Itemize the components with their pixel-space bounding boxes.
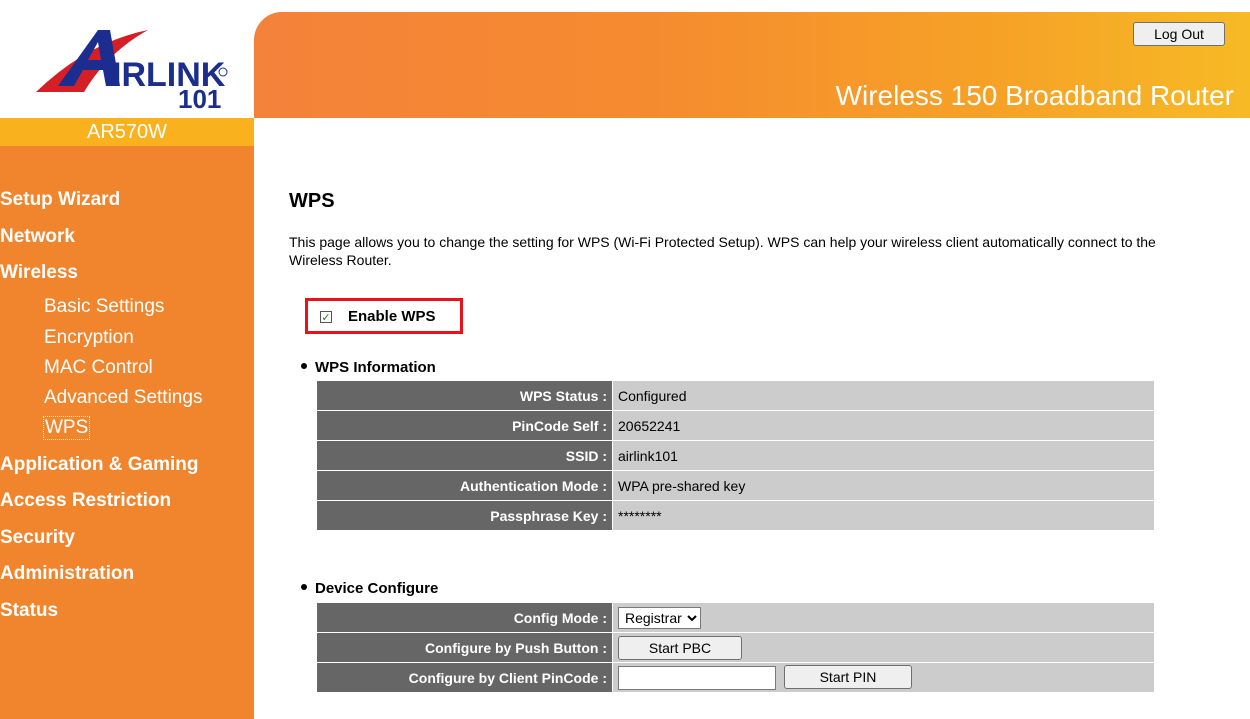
page-title: WPS [289, 190, 335, 212]
table-row: Authentication Mode : WPA pre-shared key [316, 470, 1155, 501]
table-row: Configure by Client PinCode : Start PIN [316, 662, 1155, 693]
start-pin-button[interactable]: Start PIN [784, 664, 912, 689]
table-row: SSID : airlink101 [316, 440, 1155, 471]
authentication-mode-label: Authentication Mode : [316, 470, 613, 501]
table-row: Configure by Push Button : Start PBC [316, 632, 1155, 663]
wps-information-heading: WPS Information [301, 359, 436, 376]
client-pincode-cell: Start PIN [612, 662, 1155, 693]
device-configure-heading-text: Device Configure [315, 580, 439, 597]
enable-wps-checkbox[interactable]: ✓ [320, 311, 332, 324]
device-configure-heading: Device Configure [301, 580, 438, 597]
table-row: Passphrase Key : ******** [316, 500, 1155, 531]
pincode-self-label: PinCode Self : [316, 410, 613, 441]
start-pbc-button[interactable]: Start PBC [618, 635, 742, 660]
nav-mac-control[interactable]: MAC Control [44, 357, 153, 379]
client-pincode-input[interactable] [618, 666, 776, 691]
logout-button[interactable]: Log Out [1133, 22, 1225, 46]
nav-access-restriction[interactable]: Access Restriction [0, 490, 171, 512]
wps-information-table: WPS Status : Configured PinCode Self : 2… [316, 380, 1155, 531]
model-label: AR570W [0, 118, 254, 146]
nav-setup-wizard[interactable]: Setup Wizard [0, 189, 120, 211]
ssid-value: airlink101 [612, 440, 1155, 471]
table-row: PinCode Self : 20652241 [316, 410, 1155, 441]
nav-basic-settings[interactable]: Basic Settings [44, 296, 164, 318]
table-row: Config Mode : Registrar [316, 602, 1155, 633]
product-title: Wireless 150 Broadband Router [835, 80, 1234, 111]
ssid-label: SSID : [316, 440, 613, 471]
header-banner: Wireless 150 Broadband Router [254, 12, 1250, 118]
airlink-logo: IRLINK 101 [36, 30, 228, 112]
passphrase-key-value: ******** [612, 500, 1155, 531]
sidebar: IRLINK 101 AR570W Setup Wizard Network W… [0, 0, 254, 719]
nav-network[interactable]: Network [0, 226, 75, 248]
authentication-mode-value: WPA pre-shared key [612, 470, 1155, 501]
config-mode-select[interactable]: Registrar [618, 606, 701, 629]
bullet-icon [301, 363, 307, 370]
bullet-icon [301, 584, 307, 591]
enable-wps-label: Enable WPS [348, 308, 436, 325]
push-button-cell: Start PBC [612, 632, 1155, 663]
logo-area: IRLINK 101 [0, 0, 254, 118]
nav-wps[interactable]: WPS [42, 416, 91, 440]
nav-administration[interactable]: Administration [0, 563, 134, 585]
page-description: This page allows you to change the setti… [289, 234, 1156, 268]
client-pincode-label: Configure by Client PinCode : [316, 662, 613, 693]
nav-encryption[interactable]: Encryption [44, 327, 134, 349]
device-configure-table: Config Mode : Registrar Configure by Pus… [316, 602, 1155, 693]
passphrase-key-label: Passphrase Key : [316, 500, 613, 531]
svg-text:101: 101 [178, 84, 221, 112]
table-row: WPS Status : Configured [316, 380, 1155, 411]
nav-wireless[interactable]: Wireless [0, 262, 78, 284]
push-button-label: Configure by Push Button : [316, 632, 613, 663]
nav-advanced-settings[interactable]: Advanced Settings [44, 387, 202, 409]
nav-security[interactable]: Security [0, 527, 75, 549]
config-mode-cell: Registrar [612, 602, 1155, 633]
wps-information-heading-text: WPS Information [315, 359, 436, 376]
pincode-self-value: 20652241 [612, 410, 1155, 441]
nav-status[interactable]: Status [0, 600, 58, 622]
config-mode-label: Config Mode : [316, 602, 613, 633]
wps-status-value: Configured [612, 380, 1155, 411]
nav-application-gaming[interactable]: Application & Gaming [0, 454, 198, 476]
wps-status-label: WPS Status : [316, 380, 613, 411]
